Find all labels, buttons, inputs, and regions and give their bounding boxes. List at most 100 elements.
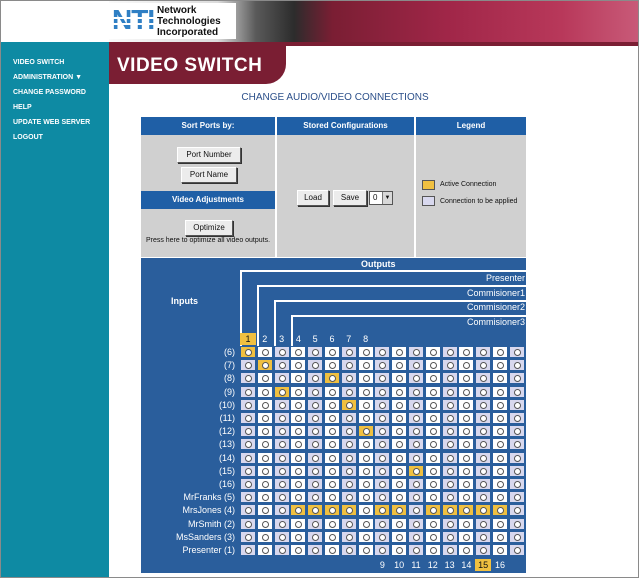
connection-radio[interactable]: [278, 362, 286, 370]
connection-radio[interactable]: [345, 454, 353, 462]
connection-radio[interactable]: [278, 401, 286, 409]
connection-radio[interactable]: [329, 533, 336, 541]
sidebar-item-logout[interactable]: LOGOUT: [1, 130, 90, 145]
connection-radio[interactable]: [463, 454, 471, 462]
connection-radio[interactable]: [413, 428, 420, 436]
connection-radio[interactable]: [497, 349, 504, 356]
connection-radio[interactable]: [480, 520, 488, 528]
connection-radio[interactable]: [463, 507, 471, 515]
connection-radio[interactable]: [413, 441, 420, 449]
connection-radio[interactable]: [480, 349, 488, 356]
connection-radio[interactable]: [413, 454, 420, 462]
connection-radio[interactable]: [497, 441, 504, 449]
connection-radio[interactable]: [261, 362, 269, 370]
optimize-button[interactable]: Optimize: [185, 220, 233, 236]
connection-radio[interactable]: [513, 388, 521, 396]
connection-radio[interactable]: [362, 349, 370, 356]
connection-radio[interactable]: [312, 454, 320, 462]
connection-radio[interactable]: [329, 362, 336, 370]
connection-radio[interactable]: [261, 481, 269, 488]
connection-radio[interactable]: [312, 520, 320, 528]
connection-radio[interactable]: [278, 547, 286, 554]
connection-radio[interactable]: [463, 547, 471, 554]
connection-radio[interactable]: [480, 375, 488, 383]
connection-radio[interactable]: [362, 362, 370, 370]
connection-radio[interactable]: [362, 467, 370, 475]
connection-radio[interactable]: [245, 454, 252, 462]
connection-radio[interactable]: [413, 415, 420, 422]
connection-radio[interactable]: [245, 388, 252, 396]
connection-radio[interactable]: [379, 467, 387, 475]
connection-radio[interactable]: [413, 547, 420, 554]
connection-radio[interactable]: [245, 349, 252, 356]
connection-radio[interactable]: [329, 481, 336, 488]
connection-radio[interactable]: [329, 507, 336, 515]
connection-radio[interactable]: [480, 362, 488, 370]
connection-radio[interactable]: [396, 415, 404, 422]
connection-radio[interactable]: [413, 349, 420, 356]
connection-radio[interactable]: [379, 441, 387, 449]
connection-radio[interactable]: [329, 441, 336, 449]
connection-radio[interactable]: [429, 349, 437, 356]
connection-radio[interactable]: [463, 401, 471, 409]
connection-radio[interactable]: [480, 507, 488, 515]
connection-radio[interactable]: [261, 454, 269, 462]
connection-radio[interactable]: [295, 507, 303, 515]
connection-radio[interactable]: [345, 494, 353, 502]
connection-radio[interactable]: [261, 401, 269, 409]
connection-radio[interactable]: [362, 441, 370, 449]
connection-radio[interactable]: [379, 349, 387, 356]
connection-radio[interactable]: [345, 349, 353, 356]
connection-radio[interactable]: [362, 428, 370, 436]
connection-radio[interactable]: [345, 401, 353, 409]
connection-radio[interactable]: [379, 520, 387, 528]
connection-radio[interactable]: [446, 349, 454, 356]
connection-radio[interactable]: [329, 428, 336, 436]
connection-radio[interactable]: [396, 467, 404, 475]
connection-radio[interactable]: [429, 428, 437, 436]
connection-radio[interactable]: [429, 481, 437, 488]
connection-radio[interactable]: [261, 349, 269, 356]
connection-radio[interactable]: [429, 375, 437, 383]
connection-radio[interactable]: [429, 441, 437, 449]
connection-radio[interactable]: [396, 388, 404, 396]
connection-radio[interactable]: [463, 428, 471, 436]
connection-radio[interactable]: [463, 481, 471, 488]
connection-radio[interactable]: [413, 467, 420, 475]
connection-radio[interactable]: [261, 441, 269, 449]
connection-radio[interactable]: [480, 441, 488, 449]
connection-radio[interactable]: [312, 441, 320, 449]
connection-radio[interactable]: [261, 494, 269, 502]
connection-radio[interactable]: [295, 388, 303, 396]
connection-radio[interactable]: [463, 362, 471, 370]
connection-radio[interactable]: [497, 533, 504, 541]
connection-radio[interactable]: [345, 441, 353, 449]
connection-radio[interactable]: [345, 467, 353, 475]
connection-radio[interactable]: [329, 401, 336, 409]
connection-radio[interactable]: [497, 401, 504, 409]
connection-radio[interactable]: [480, 494, 488, 502]
connection-radio[interactable]: [413, 507, 420, 515]
connection-radio[interactable]: [312, 507, 320, 515]
connection-radio[interactable]: [345, 415, 353, 422]
connection-radio[interactable]: [295, 415, 303, 422]
connection-radio[interactable]: [329, 520, 336, 528]
connection-radio[interactable]: [362, 388, 370, 396]
connection-radio[interactable]: [278, 494, 286, 502]
connection-radio[interactable]: [480, 401, 488, 409]
config-select[interactable]: 0 ▼: [369, 191, 393, 205]
connection-radio[interactable]: [480, 533, 488, 541]
connection-radio[interactable]: [261, 467, 269, 475]
connection-radio[interactable]: [295, 494, 303, 502]
connection-radio[interactable]: [497, 467, 504, 475]
connection-radio[interactable]: [295, 441, 303, 449]
connection-radio[interactable]: [345, 428, 353, 436]
connection-radio[interactable]: [463, 467, 471, 475]
connection-radio[interactable]: [278, 415, 286, 422]
connection-radio[interactable]: [463, 494, 471, 502]
connection-radio[interactable]: [278, 454, 286, 462]
connection-radio[interactable]: [379, 454, 387, 462]
connection-radio[interactable]: [396, 441, 404, 449]
connection-radio[interactable]: [463, 375, 471, 383]
connection-radio[interactable]: [480, 467, 488, 475]
